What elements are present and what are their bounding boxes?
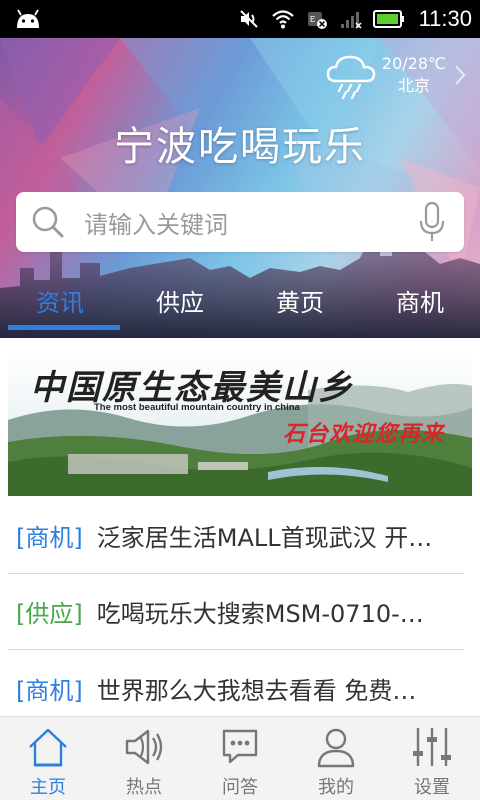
tab-label: 供应 — [156, 288, 204, 317]
tab-supply[interactable]: 供应 — [120, 262, 240, 338]
list-item[interactable]: [供应] 吃喝玩乐大搜索MSM-0710-… — [8, 574, 464, 650]
list-item[interactable]: [商机] 泛家居生活MALL首现武汉 开… — [8, 498, 464, 574]
nav-label: 问答 — [222, 777, 258, 798]
tab-label: 商机 — [396, 288, 444, 317]
chevron-right-icon — [455, 65, 466, 85]
nav-qa[interactable]: 问答 — [192, 717, 288, 800]
category-tag: [商机] — [16, 524, 83, 552]
home-icon — [29, 728, 67, 767]
nav-home[interactable]: 主页 — [0, 717, 96, 800]
nav-label: 主页 — [30, 777, 66, 798]
city: 北京 — [397, 76, 430, 95]
news-list: [商机] 泛家居生活MALL首现武汉 开… [供应] 吃喝玩乐大搜索MSM-07… — [0, 498, 480, 726]
clock: 11:30 — [418, 6, 472, 31]
nav-hot[interactable]: 热点 — [96, 717, 192, 800]
temperature: 20/28℃ — [381, 54, 446, 73]
rain-cloud-icon — [326, 55, 376, 99]
speaker-icon — [125, 729, 163, 765]
nav-profile[interactable]: 我的 — [288, 717, 384, 800]
wifi-icon — [271, 10, 294, 29]
list-item[interactable]: [商机] 世界那么大我想去看看 免费… — [8, 650, 464, 726]
nav-label: 热点 — [126, 777, 162, 798]
user-icon — [317, 728, 355, 768]
news-title: 吃喝玩乐大搜索MSM-0710-… — [96, 600, 424, 628]
search-bar[interactable]: 请输入关键词 — [16, 192, 464, 252]
chat-icon — [222, 729, 258, 764]
tab-label: 黄页 — [276, 288, 324, 317]
android-icon — [17, 9, 39, 28]
svg-text:E: E — [310, 15, 315, 24]
status-bar: E 11:30 — [0, 0, 480, 38]
sliders-icon — [413, 728, 451, 766]
nav-label: 我的 — [318, 777, 354, 798]
signal-icon — [340, 12, 362, 29]
bottom-navigation: 主页 热点 问答 我的 设置 — [0, 716, 480, 800]
search-icon — [32, 206, 64, 238]
tab-label: 资讯 — [36, 288, 84, 317]
battery-saver-icon: E — [307, 12, 327, 29]
category-tag: [商机] — [16, 676, 83, 705]
tab-yellow-pages[interactable]: 黄页 — [240, 262, 360, 338]
active-tab-indicator — [8, 325, 120, 330]
news-title: 世界那么大我想去看看 免费… — [96, 676, 417, 705]
news-title: 泛家居生活MALL首现武汉 开… — [96, 524, 433, 552]
page-title: 宁波吃喝玩乐 — [114, 124, 366, 170]
category-tabs: 资讯 供应 黄页 商机 — [0, 262, 480, 338]
search-input[interactable]: 请输入关键词 — [84, 205, 418, 240]
microphone-icon[interactable] — [418, 201, 446, 243]
nav-settings[interactable]: 设置 — [384, 717, 480, 800]
weather-widget[interactable]: 20/28℃ 北京 — [324, 50, 466, 100]
category-tag: [供应] — [16, 600, 83, 628]
promo-banner[interactable]: 中国原生态最美山乡 The most beautiful mountain co… — [8, 350, 472, 496]
mute-icon — [239, 10, 258, 28]
nav-label: 设置 — [414, 777, 450, 798]
banner-slogan: 石台欢迎您再来 — [282, 422, 444, 447]
tab-business[interactable]: 商机 — [360, 262, 480, 338]
battery-icon — [372, 10, 404, 28]
tab-news[interactable]: 资讯 — [0, 262, 120, 338]
header: 20/28℃ 北京 宁波吃喝玩乐 请输入关键词 资讯 供应 黄页 商机 — [0, 38, 480, 338]
banner-subtitle: The most beautiful mountain country in c… — [94, 402, 300, 413]
